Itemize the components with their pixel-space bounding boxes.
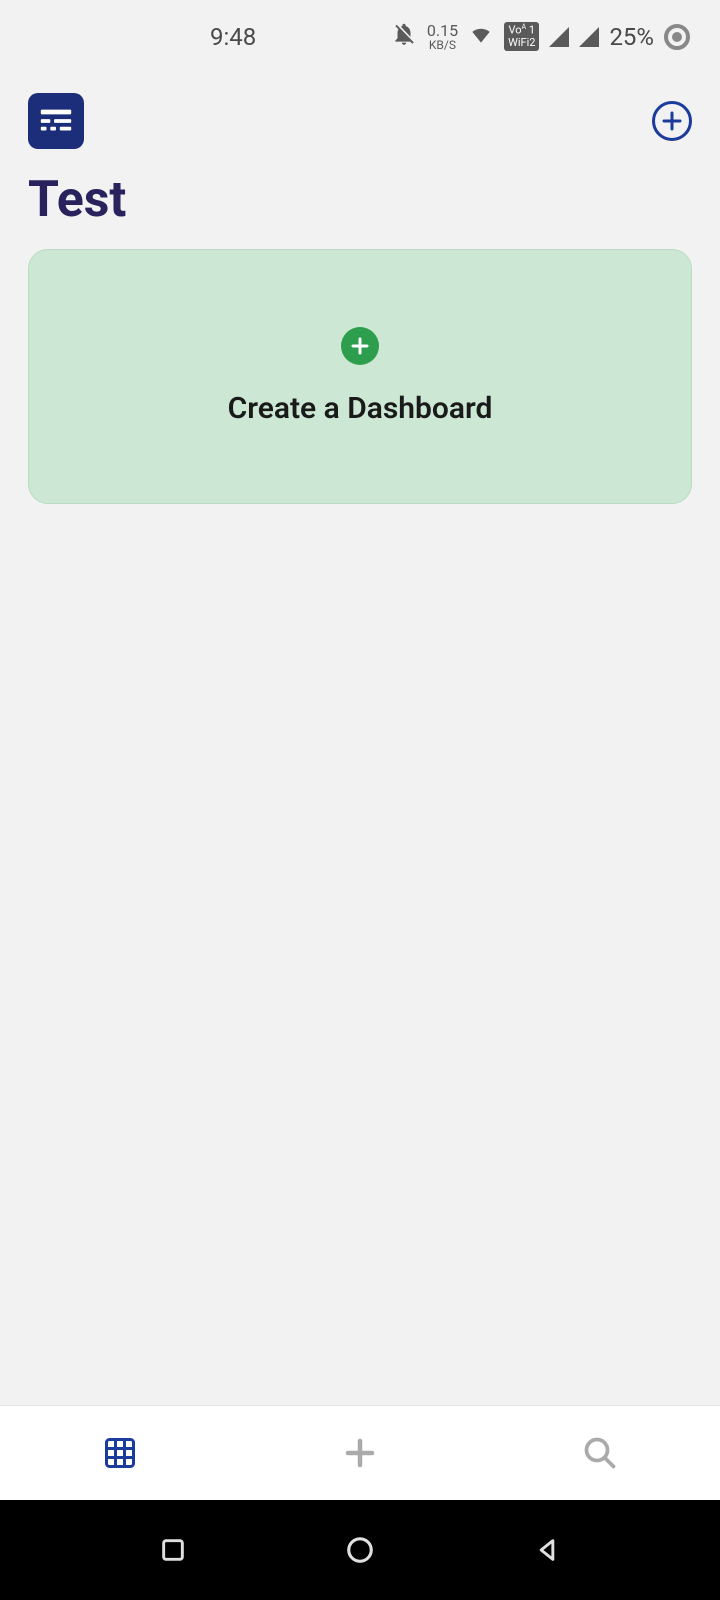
nav-back[interactable] [522,1525,572,1575]
data-speed-indicator: 0.15 KB/S [427,23,458,51]
status-time: 9:48 [210,23,256,51]
vowifi-badge: VoA 1WiFi2 [504,22,539,51]
app-header [0,73,720,149]
app-logo-icon [37,102,75,140]
system-nav-bar [0,1500,720,1600]
add-button[interactable] [652,101,692,141]
create-dashboard-label: Create a Dashboard [228,391,493,426]
data-speed-unit: KB/S [429,39,456,51]
main-content: Create a Dashboard [0,249,720,1405]
nav-home[interactable] [335,1525,385,1575]
triangle-back-icon [533,1536,561,1564]
signal-icon-1 [549,27,569,47]
signal-icon-2 [579,27,599,47]
nav-recent[interactable] [148,1525,198,1575]
battery-percentage: 25% [609,23,654,51]
plus-icon [342,1435,378,1471]
plus-icon [660,109,684,133]
wifi-icon [468,23,494,51]
bottom-tab-bar [0,1405,720,1500]
tab-grid[interactable] [90,1423,150,1483]
notifications-off-icon [391,21,417,53]
tab-search[interactable] [570,1423,630,1483]
status-icons: 0.15 KB/S VoA 1WiFi2 25% [391,21,690,53]
battery-ring-icon [664,24,690,50]
create-plus-icon [341,327,379,365]
search-icon [582,1435,618,1471]
app-logo[interactable] [28,93,84,149]
square-icon [159,1536,187,1564]
grid-icon [102,1435,138,1471]
data-speed-value: 0.15 [427,23,458,39]
circle-icon [345,1535,375,1565]
status-bar: 9:48 0.15 KB/S VoA 1WiFi2 25% [0,0,720,73]
page-title: Test [0,149,720,249]
create-dashboard-card[interactable]: Create a Dashboard [28,249,692,504]
tab-add[interactable] [330,1423,390,1483]
